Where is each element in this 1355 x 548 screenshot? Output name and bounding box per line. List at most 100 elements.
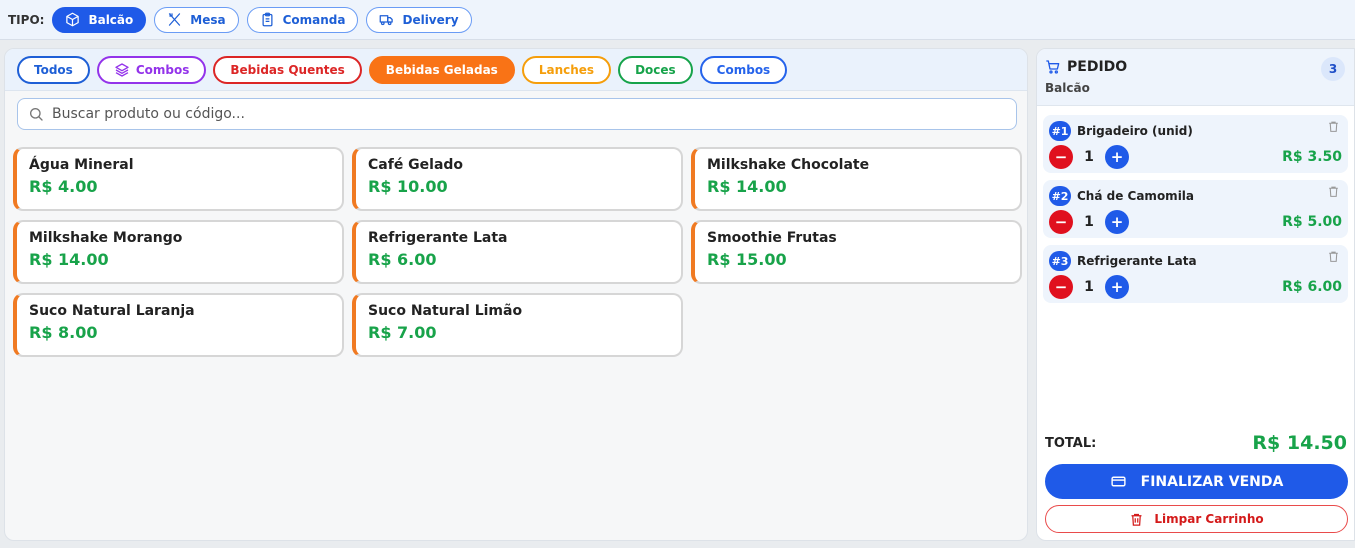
product-price: R$ 10.00	[368, 177, 448, 196]
product-card-agua-mineral[interactable]: Água Mineral R$ 4.00	[13, 147, 344, 211]
filter-todos-label: Todos	[34, 62, 73, 77]
filter-bebidas-geladas-label: Bebidas Geladas	[385, 62, 498, 77]
filter-todos-chip[interactable]: Todos	[17, 55, 90, 84]
order-item: #3 Refrigerante Lata − 1 + R$ 6.00	[1043, 245, 1348, 303]
product-card-cafe-gelado[interactable]: Café Gelado R$ 10.00	[352, 147, 683, 211]
total-label: TOTAL:	[1045, 435, 1097, 451]
increase-qty-button[interactable]: +	[1105, 145, 1129, 169]
decrease-qty-button[interactable]: −	[1049, 210, 1073, 234]
type-comanda-button[interactable]: Comanda	[246, 6, 359, 33]
product-price: R$ 14.00	[29, 250, 109, 269]
product-name: Smoothie Frutas	[707, 230, 837, 246]
product-name: Refrigerante Lata	[368, 230, 508, 246]
item-number-badge: #3	[1049, 251, 1071, 271]
item-price: R$ 3.50	[1282, 149, 1342, 165]
product-card-suco-laranja[interactable]: Suco Natural Laranja R$ 8.00	[13, 293, 344, 357]
item-price: R$ 6.00	[1282, 279, 1342, 295]
trash-icon[interactable]	[1327, 185, 1340, 198]
clear-cart-label: Limpar Carrinho	[1154, 512, 1264, 526]
product-card-suco-limao[interactable]: Suco Natural Limão R$ 7.00	[352, 293, 683, 357]
type-balcao-label: Balcão	[88, 12, 134, 27]
item-name: Brigadeiro (unid)	[1077, 124, 1193, 138]
product-panel: Todos Combos Bebidas Quentes Bebidas Gel…	[4, 48, 1028, 541]
filter-combos-label: Combos	[135, 62, 190, 77]
order-item: #1 Brigadeiro (unid) − 1 + R$ 3.50	[1043, 115, 1348, 173]
increase-qty-button[interactable]: +	[1105, 275, 1129, 299]
item-quantity: 1	[1084, 279, 1094, 295]
order-panel: PEDIDO Balcão 3 #1 Brigadeiro (unid) − 1…	[1036, 48, 1355, 541]
type-mesa-label: Mesa	[190, 12, 226, 27]
product-name: Milkshake Morango	[29, 230, 183, 246]
type-balcao-button[interactable]: Balcão	[52, 6, 147, 33]
item-name: Refrigerante Lata	[1077, 254, 1197, 268]
product-name: Água Mineral	[29, 157, 134, 173]
filter-bebidas-quentes-label: Bebidas Quentes	[230, 62, 345, 77]
filter-combos-chip[interactable]: Combos	[96, 55, 207, 84]
item-number-badge: #1	[1049, 121, 1071, 141]
order-type-bar: TIPO: Balcão Mesa Comanda Delivery	[0, 0, 1355, 40]
order-items: #1 Brigadeiro (unid) − 1 + R$ 3.50 #2 Ch…	[1037, 106, 1354, 303]
filter-bebidas-geladas-chip[interactable]: Bebidas Geladas	[368, 55, 515, 84]
item-count-badge: 3	[1321, 57, 1345, 81]
product-price: R$ 7.00	[368, 323, 437, 342]
filter-lanches-label: Lanches	[538, 62, 595, 77]
increase-qty-button[interactable]: +	[1105, 210, 1129, 234]
layers-icon	[115, 62, 129, 77]
product-name: Café Gelado	[368, 157, 464, 173]
item-name: Chá de Camomila	[1077, 189, 1195, 203]
search-box	[17, 98, 1017, 130]
order-title-text: PEDIDO	[1067, 59, 1128, 75]
filter-combos-2-chip[interactable]: Combos	[699, 55, 788, 84]
truck-icon	[380, 15, 394, 26]
product-price: R$ 6.00	[368, 250, 437, 269]
product-price: R$ 8.00	[29, 323, 98, 342]
product-price: R$ 14.00	[707, 177, 787, 196]
finalize-sale-label: FINALIZAR VENDA	[1140, 473, 1284, 490]
type-delivery-label: Delivery	[402, 12, 459, 27]
item-price: R$ 5.00	[1282, 214, 1342, 230]
order-type-subtitle: Balcão	[1045, 81, 1090, 95]
search-input[interactable]	[52, 106, 952, 122]
filter-combos-2-label: Combos	[716, 62, 771, 77]
product-card-milkshake-morango[interactable]: Milkshake Morango R$ 14.00	[13, 220, 344, 284]
item-quantity: 1	[1084, 214, 1094, 230]
order-item: #2 Chá de Camomila − 1 + R$ 5.00	[1043, 180, 1348, 238]
product-card-smoothie-frutas[interactable]: Smoothie Frutas R$ 15.00	[691, 220, 1022, 284]
total-row: TOTAL: R$ 14.50	[1045, 432, 1347, 454]
product-name: Milkshake Chocolate	[707, 157, 870, 173]
order-type-label: TIPO:	[8, 12, 45, 27]
product-card-milkshake-chocolate[interactable]: Milkshake Chocolate R$ 14.00	[691, 147, 1022, 211]
product-card-refrigerante-lata[interactable]: Refrigerante Lata R$ 6.00	[352, 220, 683, 284]
product-price: R$ 15.00	[707, 250, 787, 269]
type-delivery-button[interactable]: Delivery	[366, 6, 472, 33]
clipboard-icon	[262, 12, 273, 27]
filter-doces-chip[interactable]: Doces	[618, 55, 693, 84]
clear-cart-button[interactable]: Limpar Carrinho	[1045, 505, 1348, 533]
filter-doces-label: Doces	[635, 62, 676, 77]
filter-lanches-chip[interactable]: Lanches	[521, 55, 612, 84]
decrease-qty-button[interactable]: −	[1049, 145, 1073, 169]
category-filter-bar: Todos Combos Bebidas Quentes Bebidas Gel…	[5, 49, 1027, 91]
search-icon	[30, 108, 43, 121]
decrease-qty-button[interactable]: −	[1049, 275, 1073, 299]
product-grid: Água Mineral R$ 4.00 Café Gelado R$ 10.0…	[13, 147, 1023, 357]
cart-icon	[1046, 60, 1060, 74]
total-value: R$ 14.50	[1252, 432, 1347, 454]
trash-icon	[1131, 513, 1142, 526]
product-name: Suco Natural Laranja	[29, 303, 195, 319]
type-mesa-button[interactable]: Mesa	[154, 6, 239, 33]
order-title: PEDIDO	[1045, 59, 1346, 75]
trash-icon[interactable]	[1327, 250, 1340, 263]
product-price: R$ 4.00	[29, 177, 98, 196]
utensils-icon	[169, 13, 181, 26]
type-comanda-label: Comanda	[282, 12, 346, 27]
finalize-sale-button[interactable]: FINALIZAR VENDA	[1045, 464, 1348, 499]
order-header: PEDIDO Balcão 3	[1037, 49, 1354, 106]
product-name: Suco Natural Limão	[368, 303, 523, 319]
credit-card-icon	[1111, 476, 1126, 487]
item-quantity: 1	[1084, 149, 1094, 165]
trash-icon[interactable]	[1327, 120, 1340, 133]
box-icon	[66, 12, 80, 27]
item-number-badge: #2	[1049, 186, 1071, 206]
filter-bebidas-quentes-chip[interactable]: Bebidas Quentes	[213, 55, 362, 84]
